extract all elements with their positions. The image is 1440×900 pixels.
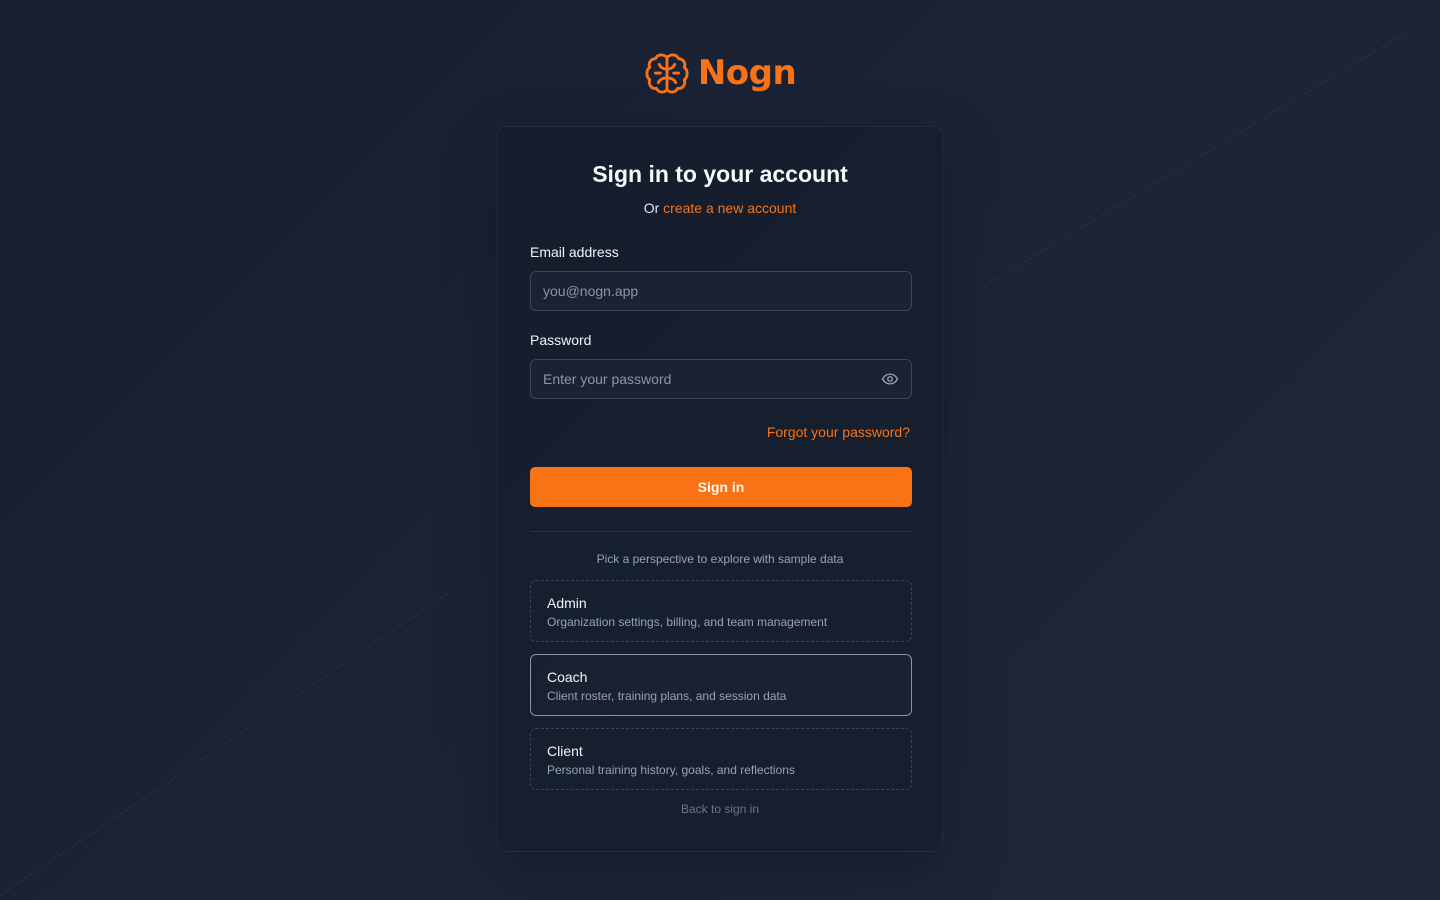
- brain-icon: [645, 53, 689, 94]
- email-label: Email address: [530, 244, 619, 260]
- persona-description: Client roster, training plans, and sessi…: [547, 689, 787, 703]
- persona-client[interactable]: Client Personal training history, goals,…: [530, 728, 912, 790]
- brand-name: Nogn: [697, 53, 797, 93]
- persona-coach[interactable]: Coach Client roster, training plans, and…: [530, 654, 912, 716]
- background-decor-line: [0, 593, 449, 896]
- persona-name: Coach: [547, 669, 588, 685]
- email-field[interactable]: [543, 283, 899, 299]
- demo-hint: Pick a perspective to explore with sampl…: [596, 552, 844, 566]
- password-field[interactable]: [543, 371, 881, 387]
- subtitle-prefix: Or: [643, 200, 660, 216]
- password-field-wrapper: [530, 359, 912, 399]
- persona-description: Personal training history, goals, and re…: [547, 763, 795, 777]
- forgot-password-link[interactable]: Forgot your password?: [767, 424, 910, 440]
- persona-name: Admin: [547, 595, 587, 611]
- subtitle: Or create a new account: [498, 200, 942, 216]
- divider: [530, 531, 912, 532]
- persona-admin[interactable]: Admin Organization settings, billing, an…: [530, 580, 912, 642]
- signin-card: Sign in to your account Or create a new …: [497, 126, 943, 852]
- create-account-link[interactable]: create a new account: [663, 200, 796, 216]
- brand-logo: Nogn: [0, 50, 1440, 96]
- email-field-wrapper: [530, 271, 912, 311]
- sign-in-button[interactable]: Sign in: [530, 467, 912, 507]
- page-title: Sign in to your account: [592, 161, 848, 187]
- eye-icon[interactable]: [881, 370, 899, 388]
- persona-name: Client: [547, 743, 583, 759]
- password-label: Password: [530, 332, 592, 348]
- back-to-sign-in-link[interactable]: Back to sign in: [498, 802, 942, 816]
- persona-description: Organization settings, billing, and team…: [547, 615, 828, 629]
